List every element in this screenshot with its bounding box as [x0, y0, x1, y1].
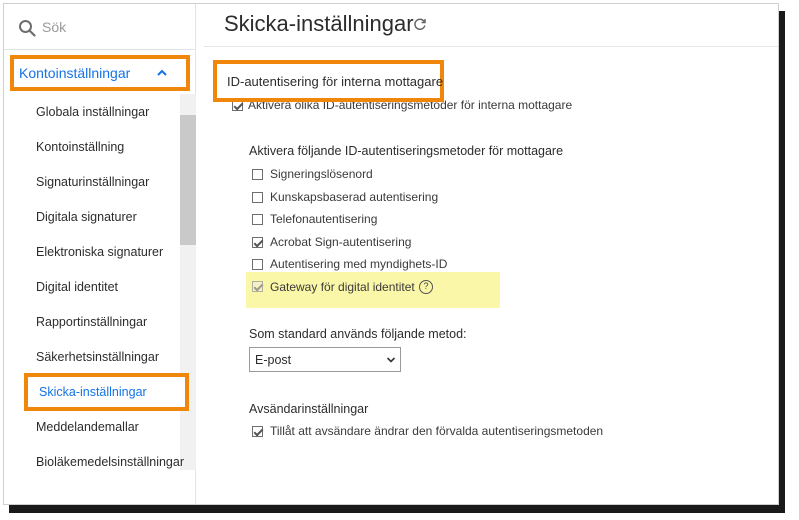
password-checkbox[interactable]: [252, 169, 263, 180]
acrobat-sign-auth-label: Acrobat Sign-autentisering: [270, 235, 412, 249]
sidebar-item-electronic-signatures[interactable]: Elektroniska signaturer: [36, 245, 163, 259]
sidebar-item-security-settings[interactable]: Säkerhetsinställningar: [36, 350, 159, 364]
sender-change-default-label: Tillåt att avsändare ändrar den förvalda…: [270, 424, 604, 438]
divider: [204, 46, 778, 47]
digital-identity-gateway-label: Gateway för digital identitet: [270, 280, 415, 294]
sender-settings-heading: Avsändarinställningar: [249, 402, 369, 416]
sidebar-item-message-templates[interactable]: Meddelandemallar: [36, 420, 139, 434]
sidebar-item-global-settings[interactable]: Globala inställningar: [36, 105, 149, 119]
sidebar-item-digital-signatures[interactable]: Digitala signaturer: [36, 210, 137, 224]
password-label: Signeringslösenord: [270, 167, 373, 181]
digital-identity-gateway-checkbox[interactable]: [252, 281, 263, 292]
default-method-value: E-post: [255, 353, 292, 367]
sidebar-group-account-settings[interactable]: Kontoinställningar: [10, 55, 190, 91]
section-internal-recipients: ID-autentisering för interna mottagare: [213, 60, 444, 102]
help-icon[interactable]: ?: [419, 280, 433, 294]
sidebar-item-send-settings[interactable]: Skicka-inställningar: [24, 373, 189, 411]
search-input[interactable]: Sök: [42, 19, 66, 35]
search-icon: [19, 20, 36, 37]
section-title: ID-autentisering för interna mottagare: [227, 74, 444, 89]
sidebar: Sök Kontoinställningar Globala inställni…: [4, 4, 196, 504]
kba-checkbox[interactable]: [252, 192, 263, 203]
sidebar-item-account-setup[interactable]: Kontoinställning: [36, 140, 124, 154]
gov-id-label: Autentisering med myndighets-ID: [270, 257, 448, 271]
acrobat-sign-auth-checkbox[interactable]: [252, 237, 263, 248]
search-bar[interactable]: Sök: [4, 4, 196, 50]
methods-heading: Aktivera följande ID-autentiseringsmetod…: [249, 144, 564, 158]
app-window: Sök Kontoinställningar Globala inställni…: [3, 3, 779, 505]
sidebar-item-digital-identity[interactable]: Digital identitet: [36, 280, 118, 294]
sidebar-scrollbar-thumb[interactable]: [180, 115, 196, 245]
kba-label: Kunskapsbaserad autentisering: [270, 190, 439, 204]
sidebar-item-signature-settings[interactable]: Signaturinställningar: [36, 175, 149, 189]
default-method-select[interactable]: E-post: [249, 347, 401, 372]
sender-change-default-checkbox[interactable]: [252, 426, 263, 437]
refresh-icon[interactable]: [413, 17, 427, 31]
sidebar-item-label: Skicka-inställningar: [39, 385, 147, 399]
chevron-down-icon: [386, 357, 396, 363]
gov-id-checkbox[interactable]: [252, 259, 263, 270]
sidebar-group-label: Kontoinställningar: [19, 65, 131, 81]
sidebar-item-report-settings[interactable]: Rapportinställningar: [36, 315, 147, 329]
default-method-heading: Som standard används följande metod:: [249, 327, 467, 341]
phone-auth-label: Telefonautentisering: [270, 212, 378, 226]
phone-auth-checkbox[interactable]: [252, 214, 263, 225]
chevron-up-icon: [157, 69, 167, 76]
sidebar-item-biopharma-settings[interactable]: Bioläkemedelsinställningar: [36, 455, 184, 469]
page-title: Skicka-inställningar: [224, 11, 414, 36]
